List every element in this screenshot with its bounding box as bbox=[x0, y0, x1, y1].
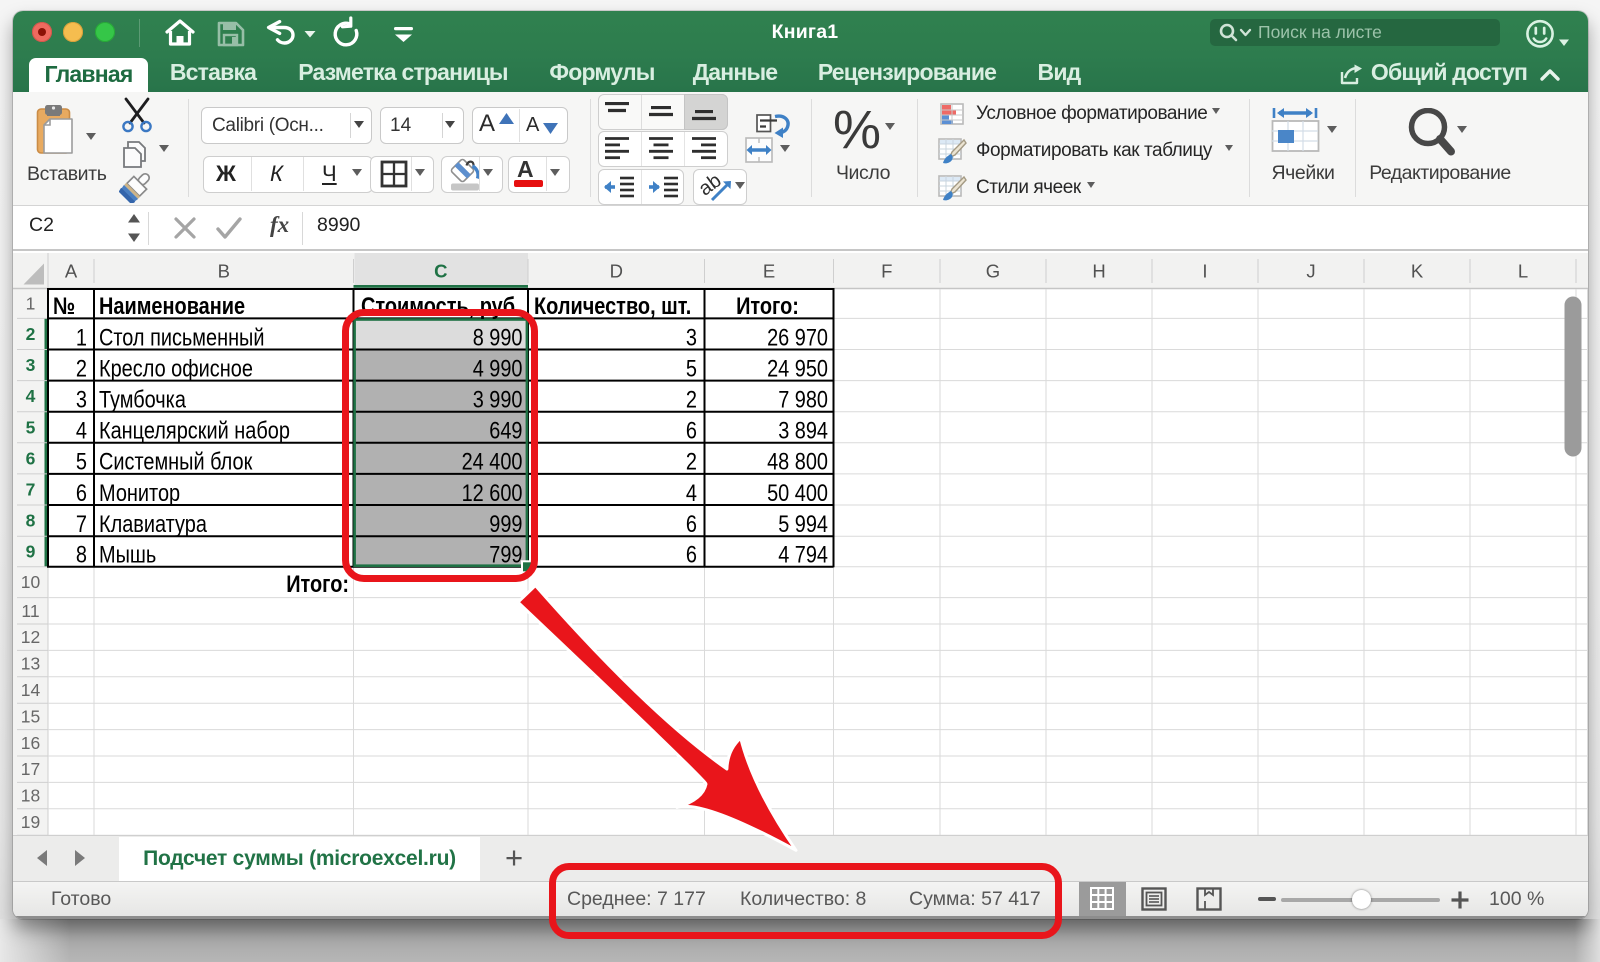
svg-text:№: № bbox=[53, 293, 75, 320]
svg-text:7: 7 bbox=[76, 511, 87, 538]
svg-text:3: 3 bbox=[26, 355, 36, 375]
svg-text:Монитор: Монитор bbox=[99, 480, 180, 507]
svg-text:ab: ab bbox=[699, 171, 726, 200]
svg-text:6: 6 bbox=[686, 418, 697, 445]
svg-text:9: 9 bbox=[26, 542, 36, 562]
svg-text:2: 2 bbox=[686, 449, 697, 476]
svg-text:12: 12 bbox=[21, 627, 40, 647]
svg-text:3: 3 bbox=[686, 324, 697, 351]
svg-text:15: 15 bbox=[21, 706, 40, 726]
svg-text:5: 5 bbox=[26, 417, 36, 437]
svg-text:7 980: 7 980 bbox=[778, 387, 828, 414]
svg-text:4 794: 4 794 bbox=[778, 542, 828, 569]
svg-text:Итого:: Итого: bbox=[736, 293, 799, 320]
svg-text:Наименование: Наименование bbox=[99, 293, 245, 320]
svg-text:3: 3 bbox=[76, 387, 87, 414]
svg-text:2: 2 bbox=[686, 387, 697, 414]
svg-text:Канцелярский набор: Канцелярский набор bbox=[99, 418, 290, 445]
svg-text:B: B bbox=[218, 261, 230, 282]
svg-text:J: J bbox=[1306, 261, 1315, 282]
svg-text:19: 19 bbox=[21, 812, 40, 832]
svg-text:8: 8 bbox=[76, 542, 87, 569]
svg-text:2: 2 bbox=[26, 324, 36, 344]
svg-text:G: G bbox=[986, 261, 1000, 282]
svg-text:16: 16 bbox=[21, 733, 40, 753]
svg-text:6: 6 bbox=[26, 448, 36, 468]
svg-text:Мышь: Мышь bbox=[99, 542, 156, 569]
svg-text:Кресло офисное: Кресло офисное bbox=[99, 355, 253, 382]
svg-text:4: 4 bbox=[26, 386, 36, 406]
svg-text:10: 10 bbox=[21, 572, 41, 592]
svg-text:Системный блок: Системный блок bbox=[99, 449, 253, 476]
svg-text:Тумбочка: Тумбочка bbox=[99, 387, 186, 414]
svg-text:8: 8 bbox=[26, 511, 36, 531]
svg-text:48 800: 48 800 bbox=[767, 449, 828, 476]
svg-text:1: 1 bbox=[76, 324, 87, 351]
svg-text:1: 1 bbox=[26, 294, 36, 314]
svg-text:11: 11 bbox=[21, 601, 39, 621]
svg-text:2: 2 bbox=[76, 355, 87, 382]
svg-text:Клавиатура: Клавиатура bbox=[99, 511, 207, 538]
svg-text:18: 18 bbox=[21, 786, 40, 806]
svg-text:Количество, шт.: Количество, шт. bbox=[534, 293, 691, 320]
svg-text:I: I bbox=[1202, 261, 1207, 282]
svg-text:Стол письменный: Стол письменный bbox=[99, 324, 265, 351]
svg-text:5: 5 bbox=[686, 355, 697, 382]
svg-text:26 970: 26 970 bbox=[767, 324, 828, 351]
svg-text:24 950: 24 950 bbox=[767, 355, 828, 382]
svg-text:7: 7 bbox=[26, 479, 36, 499]
svg-text:3 894: 3 894 bbox=[778, 418, 828, 445]
svg-text:4: 4 bbox=[686, 480, 697, 507]
svg-text:50 400: 50 400 bbox=[767, 480, 828, 507]
svg-text:6: 6 bbox=[686, 511, 697, 538]
svg-text:K: K bbox=[1411, 261, 1424, 282]
svg-text:14: 14 bbox=[21, 680, 41, 700]
svg-text:5 994: 5 994 bbox=[778, 511, 828, 538]
svg-text:Итого:: Итого: bbox=[286, 571, 349, 598]
svg-text:F: F bbox=[881, 261, 892, 282]
svg-text:6: 6 bbox=[686, 542, 697, 569]
svg-text:H: H bbox=[1092, 261, 1105, 282]
svg-text:6: 6 bbox=[76, 480, 87, 507]
svg-text:13: 13 bbox=[21, 654, 40, 674]
svg-text:5: 5 bbox=[76, 449, 87, 476]
svg-text:L: L bbox=[1518, 261, 1528, 282]
svg-text:D: D bbox=[610, 261, 623, 282]
svg-text:A: A bbox=[65, 261, 78, 282]
svg-text:4: 4 bbox=[76, 418, 87, 445]
svg-text:C: C bbox=[434, 261, 447, 282]
svg-text:E: E bbox=[763, 261, 775, 282]
svg-text:17: 17 bbox=[21, 759, 40, 779]
